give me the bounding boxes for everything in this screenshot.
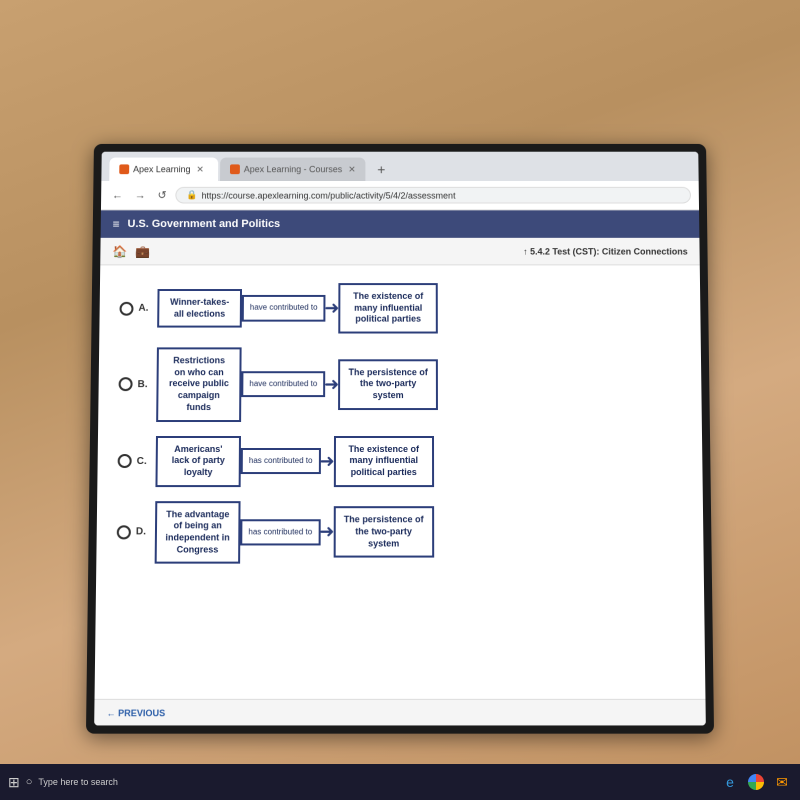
breadcrumb: ↑ 5.4.2 Test (CST): Citizen Connections [523, 246, 688, 256]
taskbar: ⊞ ○ Type here to search e ✉ [0, 764, 800, 800]
effect-c: The existence of many influential politi… [334, 435, 434, 486]
lock-icon: 🔒 [186, 190, 197, 201]
radio-b[interactable] [119, 377, 133, 391]
radio-a[interactable] [119, 301, 133, 315]
letter-d: D. [136, 527, 146, 538]
taskbar-search: ○ Type here to search [26, 776, 118, 788]
radio-label-a: A. [119, 301, 149, 315]
taskbar-chrome-icon[interactable] [748, 774, 764, 790]
home-icon[interactable]: 🏠 [112, 244, 127, 258]
taskbar-search-text[interactable]: Type here to search [38, 777, 118, 787]
arrow-b: ➜ [324, 374, 339, 395]
reload-button[interactable]: ↺ [155, 187, 170, 204]
briefcase-icon[interactable]: 💼 [135, 244, 150, 258]
forward-button[interactable]: → [132, 187, 149, 203]
letter-b: B. [138, 379, 148, 390]
cause-b: Restrictions on who can receive public c… [156, 347, 241, 421]
cause-a: Winner-takes-all elections [157, 289, 242, 328]
windows-start-icon[interactable]: ⊞ [8, 774, 20, 791]
previous-button[interactable]: ← PREVIOUS [106, 708, 165, 718]
tab-apex-courses[interactable]: Apex Learning - Courses ✕ [220, 158, 366, 181]
tab-favicon-1 [119, 164, 129, 174]
connector-b: have contributed to [241, 371, 325, 397]
browser-address-bar: ← → ↺ 🔒 https://course.apexlearning.com/… [101, 181, 699, 210]
tab-close-2[interactable]: ✕ [348, 164, 355, 175]
option-row-c: C. Americans' lack of party loyalty has … [117, 435, 682, 486]
connector-c: has contributed to [241, 448, 321, 474]
effect-a: The existence of many influential politi… [338, 283, 438, 333]
main-content: A. Winner-takes-all elections have contr… [95, 265, 706, 698]
option-row-d: D. The advantage of being an independent… [116, 501, 683, 564]
breadcrumb-prefix: 5.4.2 Test (CST): [530, 246, 599, 256]
tab-favicon-2 [230, 164, 240, 174]
tab-label-2: Apex Learning - Courses [244, 164, 342, 174]
connector-a: have contributed to [242, 295, 326, 321]
flow-b: Restrictions on who can receive public c… [156, 347, 438, 421]
flow-d: The advantage of being an independent in… [155, 501, 434, 564]
taskbar-mail-icon[interactable]: ✉ [772, 772, 792, 792]
flow-a: Winner-takes-all elections have contribu… [157, 283, 438, 333]
letter-c: C. [137, 456, 147, 467]
taskbar-search-icon: ○ [26, 776, 33, 788]
cause-d: The advantage of being an independent in… [155, 501, 241, 564]
breadcrumb-suffix: Citizen Connections [602, 246, 688, 256]
new-tab-button[interactable]: + [371, 160, 391, 180]
bottom-nav: ← PREVIOUS [94, 699, 706, 726]
cause-c: Americans' lack of party loyalty [155, 435, 241, 486]
prev-label: ← PREVIOUS [106, 708, 165, 718]
tab-close-1[interactable]: ✕ [196, 164, 204, 175]
url-text: https://course.apexlearning.com/public/a… [201, 190, 455, 200]
options-container: A. Winner-takes-all elections have contr… [116, 277, 683, 570]
hamburger-menu[interactable]: ≡ [113, 217, 120, 231]
effect-d: The persistence of the two-party system [333, 507, 434, 558]
tab-label-1: Apex Learning [133, 164, 190, 174]
laptop-background: Apex Learning ✕ Apex Learning - Courses … [0, 0, 800, 800]
arrow-d: ➜ [319, 522, 334, 543]
url-bar[interactable]: 🔒 https://course.apexlearning.com/public… [176, 187, 692, 204]
taskbar-edge-icon[interactable]: e [720, 772, 740, 792]
effect-b: The persistence of the two-party system [338, 359, 438, 410]
app-title: U.S. Government and Politics [127, 218, 280, 230]
radio-label-c: C. [118, 454, 148, 468]
taskbar-icons: e ✉ [720, 772, 792, 792]
radio-d[interactable] [117, 525, 131, 539]
radio-label-d: D. [117, 525, 147, 539]
radio-label-b: B. [119, 377, 149, 391]
arrow-c: ➜ [319, 451, 334, 472]
sub-header: 🏠 💼 ↑ 5.4.2 Test (CST): Citizen Connecti… [100, 238, 700, 266]
flow-c: Americans' lack of party loyalty has con… [155, 435, 433, 486]
browser-tabs: Apex Learning ✕ Apex Learning - Courses … [101, 152, 698, 181]
option-row-a: A. Winner-takes-all elections have contr… [119, 283, 681, 333]
radio-c[interactable] [118, 454, 132, 468]
connector-d: has contributed to [240, 519, 320, 546]
letter-a: A. [138, 303, 148, 314]
tab-apex-learning[interactable]: Apex Learning ✕ [109, 158, 218, 181]
app-header: ≡ U.S. Government and Politics [101, 210, 700, 237]
screen: Apex Learning ✕ Apex Learning - Courses … [94, 152, 706, 726]
screen-bezel: Apex Learning ✕ Apex Learning - Courses … [86, 144, 714, 734]
back-button[interactable]: ← [109, 187, 126, 203]
arrow-a: ➜ [324, 298, 339, 319]
option-row-b: B. Restrictions on who can receive publi… [118, 347, 682, 421]
